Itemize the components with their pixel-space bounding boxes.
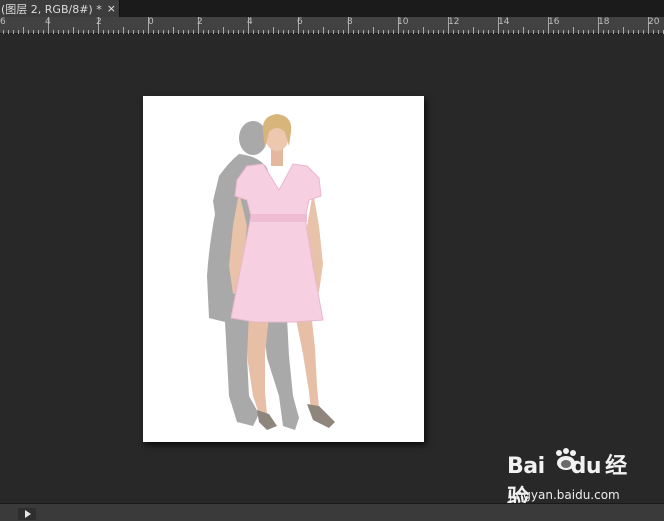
ruler-label: 14 xyxy=(498,17,510,27)
ruler-label: 2 xyxy=(197,17,203,27)
horizontal-ruler[interactable]: 6 4 2 0 2 4 6 8 10 12 14 16 18 20 xyxy=(0,17,664,34)
document-canvas[interactable] xyxy=(143,96,424,442)
status-bar xyxy=(0,503,664,521)
photo-image xyxy=(207,114,335,430)
document-tab-title: (图层 2, RGB/8#) * xyxy=(1,2,102,16)
ruler-label: 18 xyxy=(598,17,610,27)
paw-icon xyxy=(556,448,576,470)
ruler-label: 10 xyxy=(397,17,409,27)
ruler-label: 4 xyxy=(247,17,253,27)
ruler-label: 4 xyxy=(45,17,51,27)
ruler-label: 2 xyxy=(96,17,102,27)
document-tab[interactable]: (图层 2, RGB/8#) * × xyxy=(0,0,120,17)
ruler-label: 6 xyxy=(297,17,303,27)
ruler-label: 12 xyxy=(448,17,460,27)
ruler-label: 6 xyxy=(0,17,6,27)
tab-bar: (图层 2, RGB/8#) * × xyxy=(0,0,664,17)
watermark-url: jingyan.baidu.com xyxy=(509,488,620,502)
ruler-label: 0 xyxy=(148,17,154,27)
ruler-label: 20 xyxy=(648,17,660,27)
ruler-label: 8 xyxy=(347,17,353,27)
canvas-workspace[interactable] xyxy=(0,34,664,503)
ruler-label: 16 xyxy=(548,17,560,27)
play-arrow-icon[interactable] xyxy=(18,508,36,520)
close-icon[interactable]: × xyxy=(107,2,116,15)
baidu-jingyan-watermark: Bai du 经验 jingyan.baidu.com xyxy=(507,448,637,511)
